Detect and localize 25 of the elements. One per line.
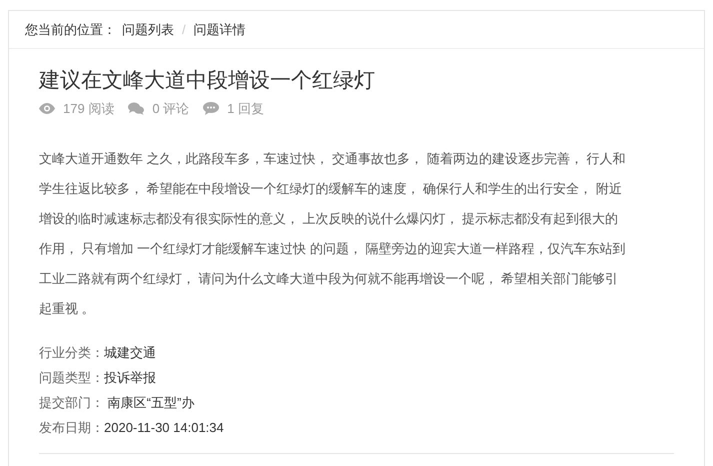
comments-count: 0 评论	[152, 100, 190, 118]
question-title: 建议在文峰大道中段增设一个红绿灯	[39, 67, 376, 94]
replies-count: 1 回复	[227, 100, 264, 118]
body-text-line: 学生往返比较多， 希望能在中段增设一个红绿灯的缓解车的速度， 确保行人和学生的出行安全， 附近	[39, 180, 622, 198]
field-label: 发布日期：	[39, 418, 104, 436]
body-text-line: 增设的临时减速标志都没有很实际性的意义， 上次反映的说什么爆闪灯， 提示标志都没有起到很大的	[39, 210, 618, 228]
views-count: 179 阅读	[63, 100, 114, 118]
field-value: 城建交通	[104, 344, 156, 362]
chat-bubbles-icon	[128, 102, 144, 116]
field-label: 行业分类：	[39, 344, 104, 362]
breadcrumb-link[interactable]: 问题详情	[194, 20, 246, 40]
field-value: 2020-11-30 14:01:34	[104, 418, 224, 436]
field-label: 提交部门：	[39, 394, 104, 412]
breadcrumb-separator: /	[182, 20, 186, 39]
body-text-line: 工业二路就有两个红绿灯， 请问为什么文峰大道中段为何就不能再增设一个呢， 希望相关部门能够引	[39, 270, 618, 288]
body-text-line: 作用， 只有增加 一个红绿灯才能缓解车速过快 的问题， 隔壁旁边的迎宾大道一样路程，仅汽车东站到	[39, 240, 626, 258]
eye-icon	[39, 103, 55, 114]
breadcrumb-link[interactable]: 问题列表	[122, 20, 174, 40]
field-value: 投诉举报	[104, 368, 156, 386]
body-text-line: 文峰大道开通数年 之久，此路段车多，车速过快， 交通事故也多， 随着两边的建设逐步完善， 行人和	[39, 150, 626, 168]
location-label: 您当前的位置：	[25, 20, 116, 39]
field-label: 问题类型：	[39, 368, 104, 386]
field-value: 南康区“五型”办	[106, 394, 194, 412]
body-text-line: 起重视 。	[39, 300, 95, 318]
speech-bubble-icon	[203, 102, 220, 116]
